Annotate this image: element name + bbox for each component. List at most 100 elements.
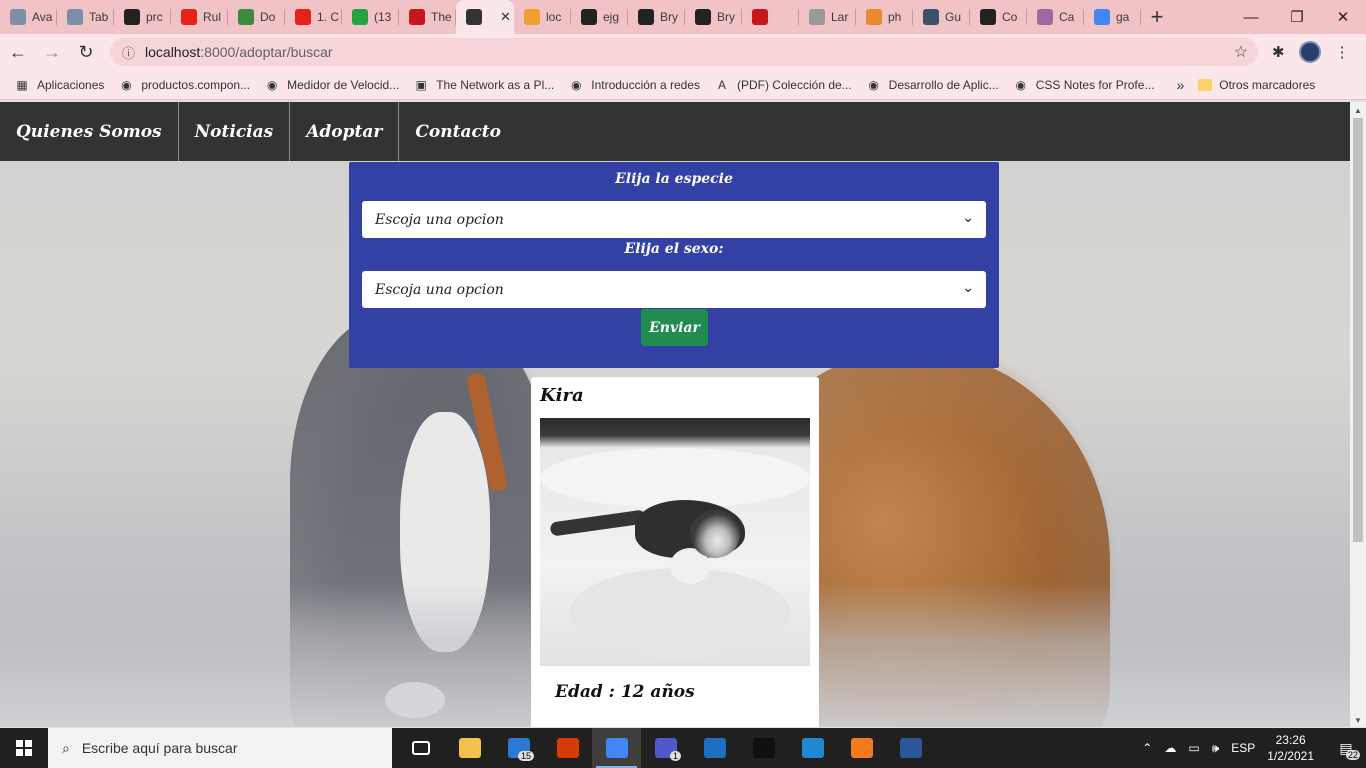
taskbar-app[interactable] [739, 728, 788, 768]
globe-icon: ◉ [266, 77, 278, 92]
network-icon[interactable]: ▭ [1188, 741, 1199, 755]
nav-noticias[interactable]: Noticias [179, 102, 291, 161]
taskbar-app[interactable] [592, 728, 641, 768]
close-tab-icon[interactable]: ✕ [500, 9, 511, 25]
bookmark-item[interactable]: ◉ Desarrollo de Aplic... [866, 77, 998, 93]
browser-tab[interactable]: Tab [57, 0, 114, 34]
taskbar-app[interactable] [788, 728, 837, 768]
taskbar-app[interactable] [543, 728, 592, 768]
network-status-icon[interactable]: ☁ [1164, 741, 1176, 755]
tab-title: Bry [660, 10, 678, 24]
new-tab-button[interactable]: + [1141, 0, 1173, 34]
bookmark-item[interactable]: ◉ Medidor de Velocid... [264, 77, 399, 93]
github-icon [581, 9, 597, 25]
language-indicator[interactable]: ESP [1231, 741, 1255, 755]
chevron-down-icon: ⌄ [962, 280, 974, 296]
taskbar-app[interactable] [690, 728, 739, 768]
extensions-puzzle-icon[interactable]: ✱ [1272, 43, 1285, 61]
site-navbar: Quienes Somos Noticias Adoptar Contacto [0, 102, 1350, 161]
maximize-button[interactable]: ❐ [1274, 0, 1320, 34]
volume-icon[interactable]: 🕪 [1212, 741, 1220, 756]
browser-tab[interactable]: 1. C [285, 0, 342, 34]
site-icon [10, 9, 26, 25]
taskbar-search-box[interactable]: ⌕ Escribe aquí para buscar [48, 728, 392, 768]
chevron-up-icon[interactable]: ⌃ [1142, 741, 1152, 755]
browser-tab[interactable]: prc [114, 0, 171, 34]
bookmark-item[interactable]: ◉ CSS Notes for Profe... [1013, 77, 1154, 93]
browser-tab[interactable]: ejg [571, 0, 628, 34]
taskbar-app[interactable] [837, 728, 886, 768]
browser-tab[interactable]: Co [970, 0, 1027, 34]
clock[interactable]: 23:26 1/2/2021 [1267, 732, 1314, 764]
browser-tab[interactable]: Bry [628, 0, 685, 34]
tab-title: prc [146, 10, 163, 24]
page-scrollbar[interactable]: ▲ ▼ [1350, 102, 1366, 727]
url-host: localhost [145, 44, 201, 60]
browser-tab[interactable]: (13 [342, 0, 399, 34]
bookmark-item[interactable]: ▦ Aplicaciones [14, 77, 104, 93]
other-bookmarks-label: Otros marcadores [1219, 77, 1316, 92]
bookmark-item[interactable]: ◉ Introducción a redes [568, 77, 700, 93]
sex-select[interactable]: Escoja una opcion ⌄ [362, 271, 986, 308]
browser-tab[interactable]: loc [514, 0, 571, 34]
nav-contacto[interactable]: Contacto [399, 102, 517, 161]
url-path: :8000/adoptar/buscar [200, 44, 333, 60]
bookmark-item[interactable]: ▣ The Network as a Pl... [413, 77, 555, 93]
notification-center-icon[interactable]: ▤ 22 [1332, 728, 1360, 768]
browser-tab[interactable]: Rul [171, 0, 228, 34]
bookmark-label: The Network as a Pl... [436, 77, 555, 92]
profile-avatar[interactable] [1298, 41, 1321, 63]
forward-arrow-icon[interactable]: → [36, 36, 68, 68]
browser-tab[interactable]: Bry [685, 0, 742, 34]
close-window-button[interactable]: ✕ [1320, 0, 1366, 34]
start-button[interactable] [0, 728, 48, 768]
bookmarks-overflow-button[interactable]: » [1176, 77, 1184, 93]
bookmark-item[interactable]: A (PDF) Colección de... [714, 77, 852, 93]
browser-tab[interactable]: Lar [799, 0, 856, 34]
clock-date: 1/2/2021 [1267, 749, 1314, 763]
taskbar-search-placeholder: Escribe aquí para buscar [81, 740, 238, 756]
browser-tab[interactable]: Ava [0, 0, 57, 34]
site-icon [67, 9, 83, 25]
taskbar-app[interactable]: 1 [641, 728, 690, 768]
bookmark-star-icon[interactable]: ☆ [1234, 42, 1248, 62]
bookmark-item[interactable]: ◉ productos.compon... [118, 77, 250, 93]
bookmarks-bar: ▦ Aplicaciones ◉ productos.compon... ◉ Medido… [0, 70, 1366, 100]
back-arrow-icon[interactable]: ← [2, 36, 34, 68]
tab-title: Lar [831, 10, 849, 24]
other-bookmarks-folder[interactable]: Otros marcadores [1198, 78, 1315, 92]
browser-tab[interactable]: ga [1084, 0, 1141, 34]
site-icon [866, 9, 882, 25]
scroll-down-arrow-icon[interactable]: ▼ [1354, 716, 1362, 725]
reload-icon[interactable]: ↻ [70, 36, 102, 68]
scroll-up-arrow-icon[interactable]: ▲ [1354, 106, 1362, 115]
minimize-button[interactable]: — [1228, 0, 1274, 34]
taskbar-app[interactable]: 15 [494, 728, 543, 768]
site-icon [923, 9, 939, 25]
browser-tab[interactable]: Ca [1027, 0, 1084, 34]
scrollbar-thumb[interactable] [1353, 118, 1363, 542]
taskbar-app[interactable] [886, 728, 935, 768]
sex-select-value: Escoja una opcion [375, 281, 504, 298]
taskbar-app[interactable] [396, 728, 445, 768]
species-select[interactable]: Escoja una opcion ⌄ [362, 201, 986, 238]
browser-tab[interactable]: ✕ [456, 0, 514, 34]
browser-tab[interactable]: Do [228, 0, 285, 34]
site-info-icon[interactable]: ⓘ [122, 43, 135, 62]
submit-button[interactable]: Enviar [641, 309, 708, 346]
address-bar[interactable]: ⓘ localhost:8000/adoptar/buscar ☆ [110, 38, 1258, 66]
app-badge: 15 [517, 751, 534, 761]
nav-quienes-somos[interactable]: Quienes Somos [0, 102, 179, 161]
browser-tab[interactable]: Gu [913, 0, 970, 34]
chevron-down-icon: ⌄ [962, 210, 974, 226]
bookmark-label: Aplicaciones [37, 77, 105, 92]
nav-adoptar[interactable]: Adoptar [290, 102, 400, 161]
browser-tab[interactable]: ph [856, 0, 913, 34]
youtube-icon [295, 9, 311, 25]
browser-menu-icon[interactable]: ⋮ [1335, 43, 1350, 61]
site-icon [238, 9, 254, 25]
browser-tab[interactable] [742, 0, 799, 34]
cp-icon: ▣ [415, 77, 427, 92]
taskbar-app[interactable] [445, 728, 494, 768]
browser-tab[interactable]: The [399, 0, 456, 34]
